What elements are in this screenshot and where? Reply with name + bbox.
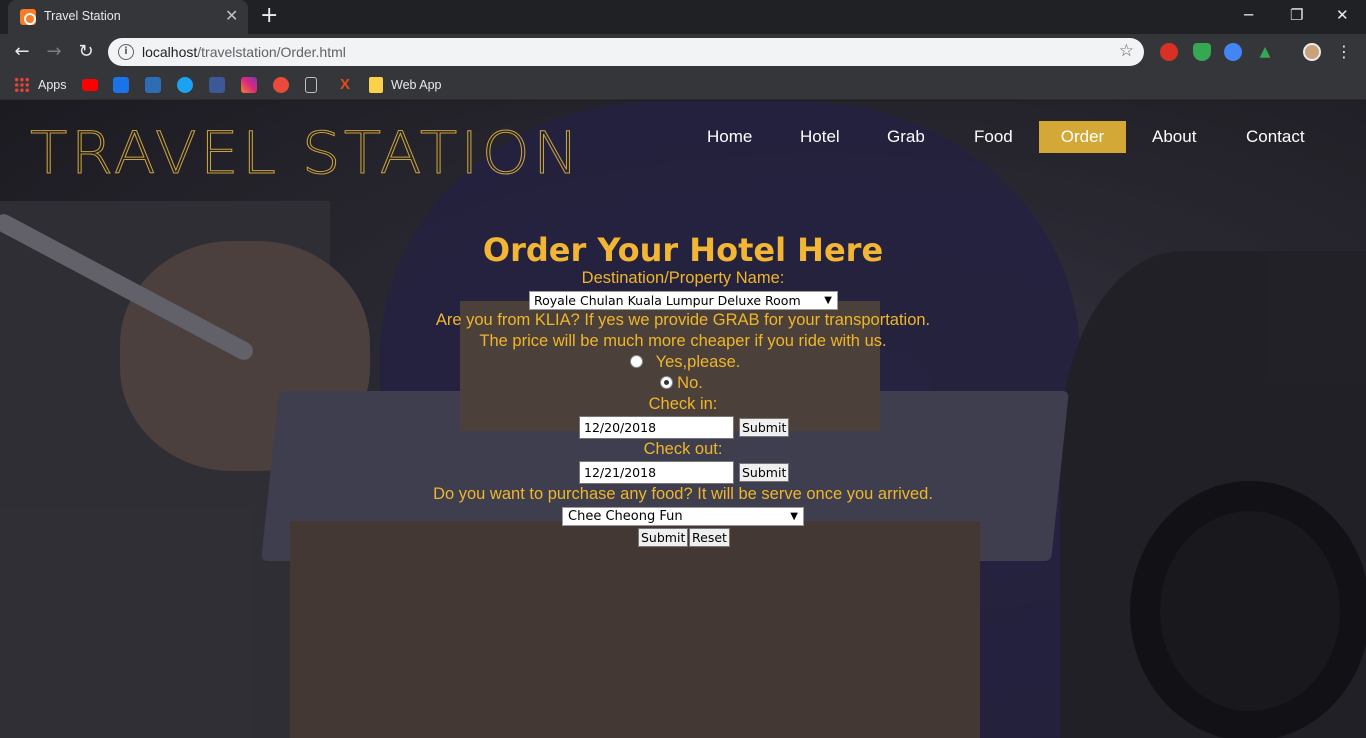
checkin-label: Check in: — [648, 395, 718, 413]
arrow-extension-icon[interactable]: ▲ — [1256, 43, 1274, 61]
back-arrow-icon[interactable]: ← — [10, 40, 34, 64]
window-close-icon[interactable]: ✕ — [1336, 4, 1349, 26]
facebook-icon — [209, 77, 225, 93]
minimize-icon[interactable]: ─ — [1244, 4, 1253, 26]
dropdown-arrow-icon: ▼ — [790, 511, 798, 522]
playstation-icon — [145, 77, 161, 93]
reload-icon[interactable]: ↻ — [74, 40, 98, 64]
address-bar[interactable]: i localhost/travelstation/Order.html ☆ — [108, 38, 1144, 66]
instagram-icon — [241, 77, 257, 93]
adblock-extension-icon[interactable] — [1160, 43, 1178, 61]
play-icon — [273, 77, 289, 93]
bookmark-web-app[interactable]: Web App — [369, 76, 442, 94]
x-icon: X — [339, 76, 350, 93]
site-info-icon[interactable]: i — [118, 44, 134, 60]
nav-home[interactable]: Home — [693, 121, 766, 153]
tab-title: Travel Station — [44, 9, 121, 23]
nav-order[interactable]: Order — [1039, 121, 1126, 153]
checkout-label: Check out: — [643, 440, 723, 458]
destination-select[interactable]: Royale Chulan Kuala Lumpur Deluxe Room ▼ — [529, 291, 838, 310]
checkout-submit-button[interactable]: Submit — [739, 463, 790, 482]
url-text[interactable]: localhost/travelstation/Order.html — [142, 44, 346, 60]
twitter-icon — [177, 77, 193, 93]
food-question: Do you want to purchase any food? It wil… — [433, 485, 933, 503]
page-body: TRAVEL STATION Home Hotel Grab Food Orde… — [0, 101, 1366, 738]
bookmark-label: Web App — [391, 78, 442, 92]
url-path: /travelstation/Order.html — [197, 44, 346, 60]
food-select[interactable]: Chee Cheong Fun ▼ — [562, 507, 804, 526]
folder-icon — [369, 77, 383, 93]
klia-question-line2: The price will be much more cheaper if y… — [479, 332, 887, 350]
checkin-submit-button[interactable]: Submit — [739, 418, 790, 437]
browser-menu-icon[interactable]: ⋮ — [1336, 40, 1352, 64]
bookmark-instagram[interactable] — [241, 76, 257, 94]
bookmarks-bar: Apps X Web App — [0, 70, 1366, 100]
nav-contact[interactable]: Contact — [1232, 121, 1319, 153]
youtube-icon — [82, 79, 98, 91]
bookmark-label: Apps — [38, 78, 67, 92]
form-title: Order Your Hotel Here — [482, 231, 884, 269]
bookmark-star-icon[interactable]: ☆ — [1119, 41, 1134, 61]
browser-tab-bar: Travel Station ✕ + ─ ❐ ✕ — [0, 0, 1366, 34]
main-nav: Home Hotel Grab Food Order About Contact — [0, 121, 1366, 153]
bookmark-play[interactable] — [273, 76, 289, 94]
checkin-date-input[interactable]: 12/20/2018 — [579, 416, 734, 439]
nav-food[interactable]: Food — [960, 121, 1027, 153]
tag-icon — [113, 77, 129, 93]
new-tab-icon[interactable]: + — [260, 4, 278, 28]
bookmark-youtube[interactable] — [82, 76, 98, 94]
forward-arrow-icon[interactable]: → — [42, 40, 66, 64]
nav-about[interactable]: About — [1138, 121, 1210, 153]
restore-icon[interactable]: ❐ — [1290, 4, 1303, 26]
nav-hotel[interactable]: Hotel — [786, 121, 854, 153]
close-tab-icon[interactable]: ✕ — [225, 6, 238, 26]
destination-select-value: Royale Chulan Kuala Lumpur Deluxe Room — [534, 293, 801, 308]
food-select-value: Chee Cheong Fun — [568, 509, 683, 524]
shield-extension-icon[interactable] — [1193, 43, 1211, 61]
page-icon — [305, 77, 317, 93]
profile-avatar[interactable] — [1303, 43, 1321, 61]
radio-yes-label: Yes,please. — [655, 353, 741, 371]
klia-question-line1: Are you from KLIA? If yes we provide GRA… — [435, 311, 931, 329]
bookmark-tag[interactable] — [113, 76, 129, 94]
form-reset-button[interactable]: Reset — [689, 528, 730, 547]
browser-tab[interactable]: Travel Station ✕ — [8, 0, 248, 34]
form-submit-button[interactable]: Submit — [638, 528, 689, 547]
bookmark-page[interactable] — [305, 76, 317, 94]
bookmark-twitter[interactable] — [177, 76, 193, 94]
bookmark-facebook[interactable] — [209, 76, 225, 94]
radio-no-label: No. — [677, 374, 703, 392]
globe-extension-icon[interactable] — [1224, 43, 1242, 61]
browser-toolbar: ← → ↻ i localhost/travelstation/Order.ht… — [0, 34, 1366, 70]
bookmark-apps[interactable]: Apps — [14, 76, 67, 94]
dropdown-arrow-icon: ▼ — [824, 295, 832, 306]
apps-grid-icon — [14, 77, 30, 93]
destination-label: Destination/Property Name: — [581, 269, 785, 287]
nav-grab[interactable]: Grab — [873, 121, 939, 153]
bookmark-playstation[interactable] — [145, 76, 161, 94]
checkout-date-input[interactable]: 12/21/2018 — [579, 461, 734, 484]
xampp-favicon-icon — [20, 9, 36, 25]
url-host: localhost — [142, 44, 198, 60]
bookmark-x[interactable]: X — [337, 76, 353, 94]
